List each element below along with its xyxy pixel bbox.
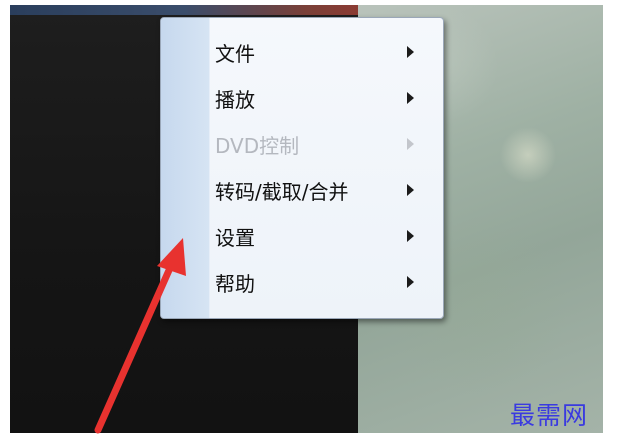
submenu-arrow-icon bbox=[407, 184, 414, 196]
submenu-arrow-icon bbox=[407, 46, 414, 58]
menu-item-file[interactable]: 文件 bbox=[209, 32, 443, 72]
menu-item-label: 转码/截取/合并 bbox=[215, 179, 349, 204]
submenu-arrow-icon bbox=[407, 276, 414, 288]
menu-item-help[interactable]: 帮助 bbox=[209, 262, 443, 302]
player-title-strip bbox=[10, 5, 358, 15]
menu-item-transcode[interactable]: 转码/截取/合并 bbox=[209, 170, 443, 210]
submenu-arrow-icon bbox=[407, 230, 414, 242]
menu-item-label: 帮助 bbox=[215, 271, 255, 296]
menu-icon-gutter bbox=[161, 18, 210, 318]
submenu-arrow-icon bbox=[407, 92, 414, 104]
context-menu: 文件 播放 DVD控制 转码/截取/合并 设置 帮助 bbox=[160, 17, 444, 319]
menu-item-label: 播放 bbox=[215, 87, 255, 112]
submenu-arrow-icon bbox=[407, 138, 414, 150]
menu-item-dvd-control: DVD控制 bbox=[209, 124, 443, 164]
menu-item-label: 设置 bbox=[215, 225, 255, 250]
menu-item-settings[interactable]: 设置 bbox=[209, 216, 443, 256]
menu-item-label: DVD控制 bbox=[215, 133, 300, 158]
screenshot-frame: 文件 播放 DVD控制 转码/截取/合并 设置 帮助 bbox=[10, 5, 603, 433]
menu-item-label: 文件 bbox=[215, 41, 255, 66]
watermark-text: 最需网 bbox=[510, 401, 589, 430]
menu-item-play[interactable]: 播放 bbox=[209, 78, 443, 118]
